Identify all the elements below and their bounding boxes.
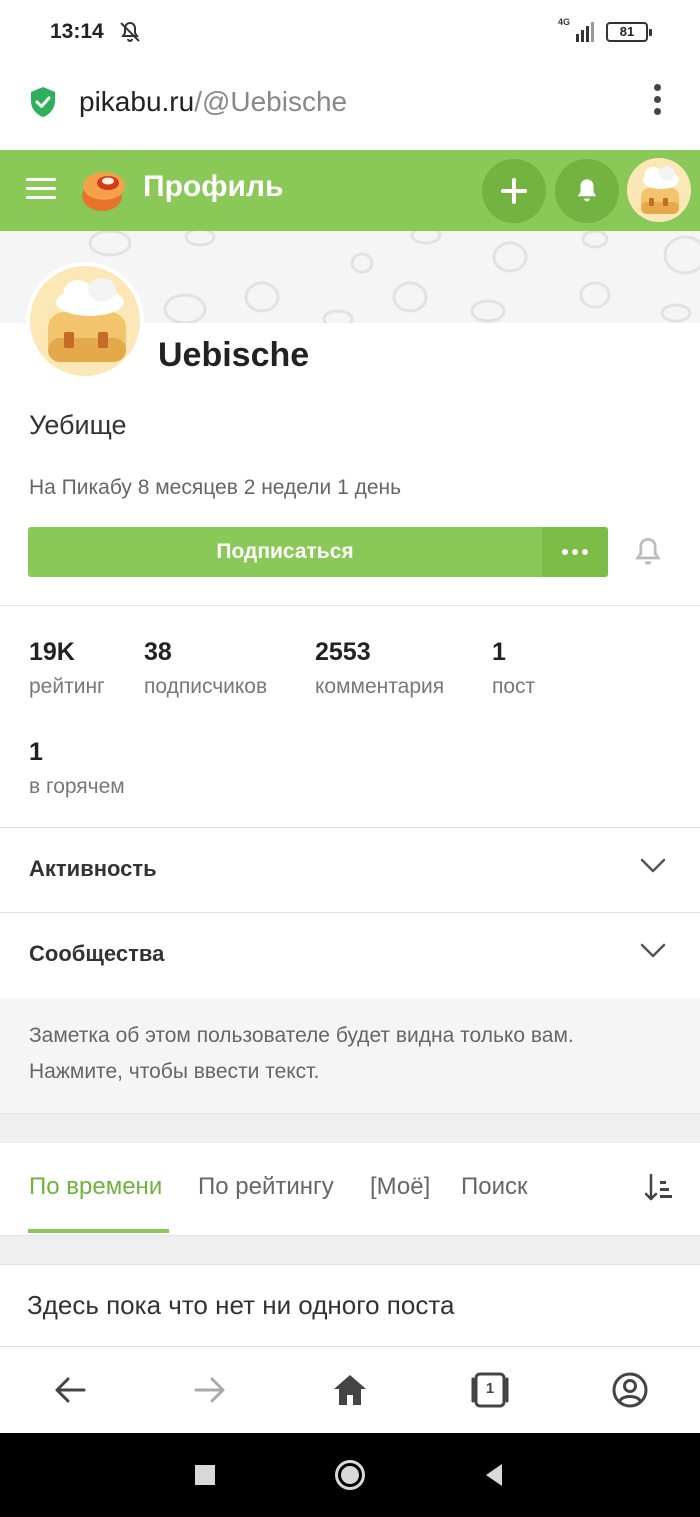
user-note[interactable]: Заметка об этом пользователе будет видна… xyxy=(0,998,700,1113)
back-triangle-icon[interactable] xyxy=(480,1460,510,1490)
stat-label: пост xyxy=(492,675,536,698)
bell-off-icon xyxy=(120,21,140,42)
subscribe-button[interactable]: Подписаться xyxy=(28,527,542,577)
tab-mine[interactable]: [Моё] xyxy=(370,1173,430,1201)
profile-display-name: Уебище xyxy=(29,410,127,440)
tab-by-time[interactable]: По времени xyxy=(29,1173,162,1201)
stat-comments[interactable]: 2553 комментария xyxy=(315,638,444,699)
hamburger-icon[interactable] xyxy=(26,178,56,200)
status-time: 13:14 xyxy=(50,20,104,43)
pikabu-logo[interactable] xyxy=(78,166,128,214)
subscribe-button-group: Подписаться xyxy=(28,527,608,577)
stat-value: 19K xyxy=(29,638,75,666)
recents-icon[interactable] xyxy=(195,1465,215,1485)
spacer xyxy=(0,1113,700,1143)
url-path: /@Uebische xyxy=(194,86,348,117)
tab-search[interactable]: Поиск xyxy=(461,1173,528,1201)
url-text[interactable]: pikabu.ru/@Uebische xyxy=(79,86,347,118)
post-tabs: По времени По рейтингу [Моё] Поиск xyxy=(0,1143,700,1235)
shield-check-icon xyxy=(31,87,55,117)
member-since: На Пикабу 8 месяцев 2 недели 1 день xyxy=(29,476,402,499)
section-title: Сообщества xyxy=(29,941,165,966)
stat-subscribers[interactable]: 38 подписчиков xyxy=(144,638,267,699)
browser-nav-bar: 1 xyxy=(0,1346,700,1433)
tab-by-rating[interactable]: По рейтингу xyxy=(198,1173,334,1201)
bell-icon xyxy=(577,179,597,202)
signal-icon xyxy=(576,22,594,42)
more-options-button[interactable] xyxy=(542,527,608,577)
add-post-button[interactable] xyxy=(482,159,546,223)
section-title: Активность xyxy=(29,856,157,881)
stat-value: 1 xyxy=(29,738,43,766)
browser-url-bar[interactable]: pikabu.ru/@Uebische xyxy=(0,64,700,150)
spacer xyxy=(0,1235,700,1265)
chevron-down-icon xyxy=(640,943,666,958)
app-header: Профиль xyxy=(0,150,700,231)
url-domain: pikabu.ru xyxy=(79,86,195,117)
section-communities[interactable]: Сообщества xyxy=(0,913,700,997)
stat-label: рейтинг xyxy=(29,675,105,698)
sort-icon[interactable] xyxy=(645,1173,673,1203)
profile-avatar[interactable] xyxy=(26,262,144,380)
home-button-icon[interactable] xyxy=(335,1460,365,1490)
system-nav-bar xyxy=(0,1433,700,1517)
tabs-icon[interactable]: 1 xyxy=(470,1371,510,1409)
user-avatar[interactable] xyxy=(627,158,691,222)
stat-value: 38 xyxy=(144,638,172,666)
forward-icon[interactable] xyxy=(191,1371,229,1409)
stat-label: комментария xyxy=(315,675,445,698)
active-tab-indicator xyxy=(28,1229,169,1233)
bell-icon[interactable] xyxy=(632,535,664,569)
page-title: Профиль xyxy=(143,170,284,203)
stat-posts[interactable]: 1 пост xyxy=(492,638,535,699)
profile-username: Uebische xyxy=(158,336,310,374)
account-icon[interactable] xyxy=(611,1371,649,1409)
stat-value: 2553 xyxy=(315,638,371,666)
divider xyxy=(0,605,700,606)
battery-icon: 81 xyxy=(606,22,652,42)
chevron-down-icon xyxy=(640,858,666,873)
stat-label: подписчиков xyxy=(144,675,268,698)
user-note-text: Заметка об этом пользователе будет видна… xyxy=(29,1024,574,1083)
stat-value: 1 xyxy=(492,638,506,666)
avatar-image xyxy=(641,166,679,214)
network-type: 4G xyxy=(558,17,571,27)
notifications-button[interactable] xyxy=(555,159,619,223)
avatar-image xyxy=(48,278,126,362)
stat-rating: 19K рейтинг xyxy=(29,638,105,699)
home-icon[interactable] xyxy=(331,1371,369,1409)
section-activity[interactable]: Активность xyxy=(0,828,700,912)
empty-posts-message: Здесь пока что нет ни одного поста xyxy=(27,1290,455,1320)
status-bar: 13:14 4G 81 xyxy=(0,0,700,64)
stat-label: в горячем xyxy=(29,775,125,798)
more-vert-icon[interactable] xyxy=(652,84,662,118)
tab-count: 1 xyxy=(485,1380,495,1397)
stat-hot[interactable]: 1 в горячем xyxy=(29,738,125,799)
back-icon[interactable] xyxy=(51,1371,89,1409)
